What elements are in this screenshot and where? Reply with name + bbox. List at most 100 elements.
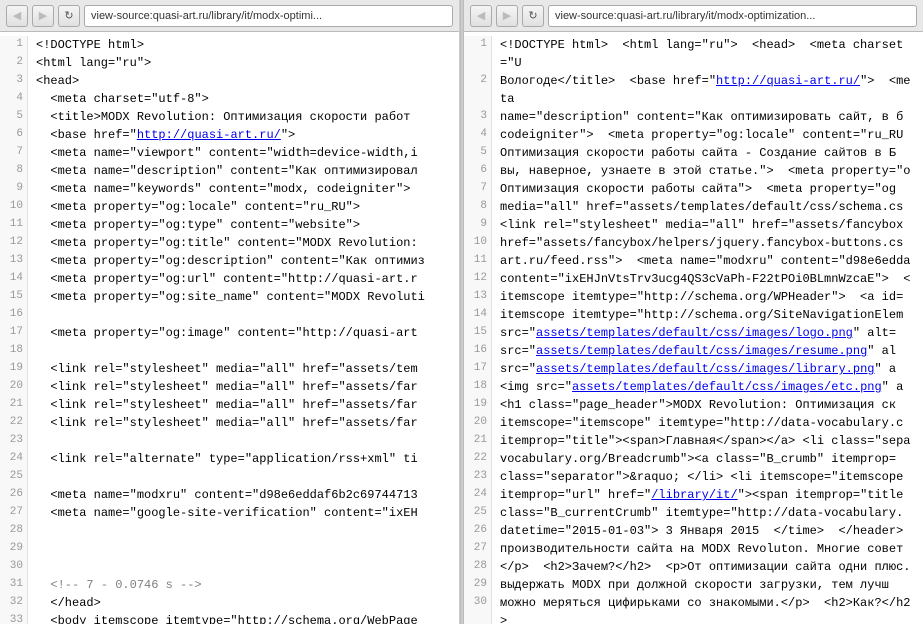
code-line: 5 <title>MODX Revolution: Оптимизация ск…: [0, 108, 459, 126]
line-number: 14: [464, 306, 492, 324]
line-number: 13: [0, 252, 28, 270]
code-line: 20itemscope="itemscope" itemtype="http:/…: [464, 414, 923, 432]
code-line: 21 <link rel="stylesheet" media="all" hr…: [0, 396, 459, 414]
line-text: <base href="http://quasi-art.ru/">: [28, 126, 303, 144]
code-line: 13itemscope itemtype="http://schema.org/…: [464, 288, 923, 306]
left-reload-button[interactable]: ↻: [58, 5, 80, 27]
code-line: 17 <meta property="og:image" content="ht…: [0, 324, 459, 342]
code-line: 6 <base href="http://quasi-art.ru/">: [0, 126, 459, 144]
right-reload-button[interactable]: ↻: [522, 5, 544, 27]
line-text: href="assets/fancybox/helpers/jquery.fan…: [492, 234, 911, 252]
line-number: 9: [464, 216, 492, 234]
line-number: 30: [0, 558, 28, 576]
line-text: <meta name="google-site-verification" co…: [28, 504, 426, 522]
left-toolbar: ◀ ▶ ↻ view-source:quasi-art.ru/library/i…: [0, 0, 459, 32]
code-line: 27производительности сайта на MODX Revol…: [464, 540, 923, 558]
code-line: 4 <meta charset="utf-8">: [0, 90, 459, 108]
line-text: <meta property="og:url" content="http://…: [28, 270, 426, 288]
line-text: <link rel="stylesheet" media="all" href=…: [492, 216, 911, 234]
line-text: itemscope itemtype="http://schema.org/Si…: [492, 306, 911, 324]
line-text: <meta charset="utf-8">: [28, 90, 217, 108]
line-number: 12: [464, 270, 492, 288]
code-line: 22vocabulary.org/Breadcrumb"><a class="B…: [464, 450, 923, 468]
code-line: 18<img src="assets/templates/default/css…: [464, 378, 923, 396]
left-back-button[interactable]: ◀: [6, 5, 28, 27]
line-text: <h1 class="page_header">MODX Revolution:…: [492, 396, 904, 414]
line-text: art.ru/feed.rss"> <meta name="modxru" co…: [492, 252, 918, 270]
left-address-bar[interactable]: view-source:quasi-art.ru/library/it/modx…: [84, 5, 453, 27]
code-line: 23: [0, 432, 459, 450]
line-number: 1: [464, 36, 492, 72]
line-text: itemprop="title"><span>Главная</span></a…: [492, 432, 918, 450]
code-line: 14 <meta property="og:url" content="http…: [0, 270, 459, 288]
code-line: 8 <meta name="description" content="Как …: [0, 162, 459, 180]
line-number: 10: [0, 198, 28, 216]
code-line: 12content="ixEHJnVtsTrv3ucg4QS3cVaPh-F22…: [464, 270, 923, 288]
line-number: 27: [0, 504, 28, 522]
line-number: 16: [464, 342, 492, 360]
code-line: 2<html lang="ru">: [0, 54, 459, 72]
line-number: 5: [464, 144, 492, 162]
right-url-text: view-source:quasi-art.ru/library/it/modx…: [555, 10, 815, 22]
line-number: 22: [464, 450, 492, 468]
line-number: 19: [464, 396, 492, 414]
line-text: src="assets/templates/default/css/images…: [492, 360, 904, 378]
line-number: 3: [0, 72, 28, 90]
code-line: 9 <meta name="keywords" content="modx, c…: [0, 180, 459, 198]
line-text: itemscope="itemscope" itemtype="http://d…: [492, 414, 911, 432]
line-text: [28, 342, 44, 360]
line-number: 1: [0, 36, 28, 54]
code-line: 24itemprop="url" href="/library/it/"><sp…: [464, 486, 923, 504]
line-text: class="separator">&raquo; </li> <li item…: [492, 468, 911, 486]
line-text: <meta name="modxru" content="d98e6eddaf6…: [28, 486, 426, 504]
code-line: 10href="assets/fancybox/helpers/jquery.f…: [464, 234, 923, 252]
line-number: 20: [464, 414, 492, 432]
line-number: 8: [0, 162, 28, 180]
line-number: 29: [464, 576, 492, 594]
code-line: 9<link rel="stylesheet" media="all" href…: [464, 216, 923, 234]
line-text: производительности сайта на MODX Revolut…: [492, 540, 911, 558]
code-line: 19<h1 class="page_header">MODX Revolutio…: [464, 396, 923, 414]
line-text: <title>MODX Revolution: Оптимизация скор…: [28, 108, 418, 126]
code-line: 3<head>: [0, 72, 459, 90]
line-text: [28, 558, 44, 576]
line-text: [28, 468, 44, 486]
right-forward-button[interactable]: ▶: [496, 5, 518, 27]
line-text: [28, 522, 44, 540]
code-line: 7Оптимизация скорости работы сайта"> <me…: [464, 180, 923, 198]
right-back-button[interactable]: ◀: [470, 5, 492, 27]
line-text: Оптимизация скорости работы сайта - Созд…: [492, 144, 904, 162]
code-line: 4codeigniter"> <meta property="og:locale…: [464, 126, 923, 144]
line-text: <meta property="og:description" content=…: [28, 252, 433, 270]
line-text: src="assets/templates/default/css/images…: [492, 342, 904, 360]
line-text: Оптимизация скорости работы сайта"> <met…: [492, 180, 904, 198]
code-line: 17src="assets/templates/default/css/imag…: [464, 360, 923, 378]
code-line: 12 <meta property="og:title" content="MO…: [0, 234, 459, 252]
line-number: 10: [464, 234, 492, 252]
code-line: 14itemscope itemtype="http://schema.org/…: [464, 306, 923, 324]
line-number: 11: [0, 216, 28, 234]
code-line: 25class="B_currentCrumb" itemtype="http:…: [464, 504, 923, 522]
left-forward-button[interactable]: ▶: [32, 5, 54, 27]
line-text: <link rel="stylesheet" media="all" href=…: [28, 360, 426, 378]
line-text: <meta name="viewport" content="width=dev…: [28, 144, 426, 162]
line-number: 2: [464, 72, 492, 108]
line-text: <meta property="og:title" content="MODX …: [28, 234, 426, 252]
line-text: <link rel="alternate" type="application/…: [28, 450, 426, 468]
line-number: 24: [464, 486, 492, 504]
code-line: 28</p> <h2>Зачем?</h2> <p>От оптимизации…: [464, 558, 923, 576]
line-number: 26: [0, 486, 28, 504]
code-line: 2Вологоде</title> <base href="http://qua…: [464, 72, 923, 108]
line-number: 30: [464, 594, 492, 624]
code-line: 3name="description" content="Как оптимиз…: [464, 108, 923, 126]
line-text: src="assets/templates/default/css/images…: [492, 324, 904, 342]
line-text: <link rel="stylesheet" media="all" href=…: [28, 378, 426, 396]
line-number: 15: [0, 288, 28, 306]
line-text: можно меряться цифирьками со знакомыми.<…: [492, 594, 923, 624]
line-number: 27: [464, 540, 492, 558]
right-address-bar[interactable]: view-source:quasi-art.ru/library/it/modx…: [548, 5, 917, 27]
line-text: vocabulary.org/Breadcrumb"><a class="B_c…: [492, 450, 904, 468]
line-number: 5: [0, 108, 28, 126]
line-text: datetime="2015-01-03"> 3 Января 2015 </t…: [492, 522, 911, 540]
line-number: 28: [464, 558, 492, 576]
